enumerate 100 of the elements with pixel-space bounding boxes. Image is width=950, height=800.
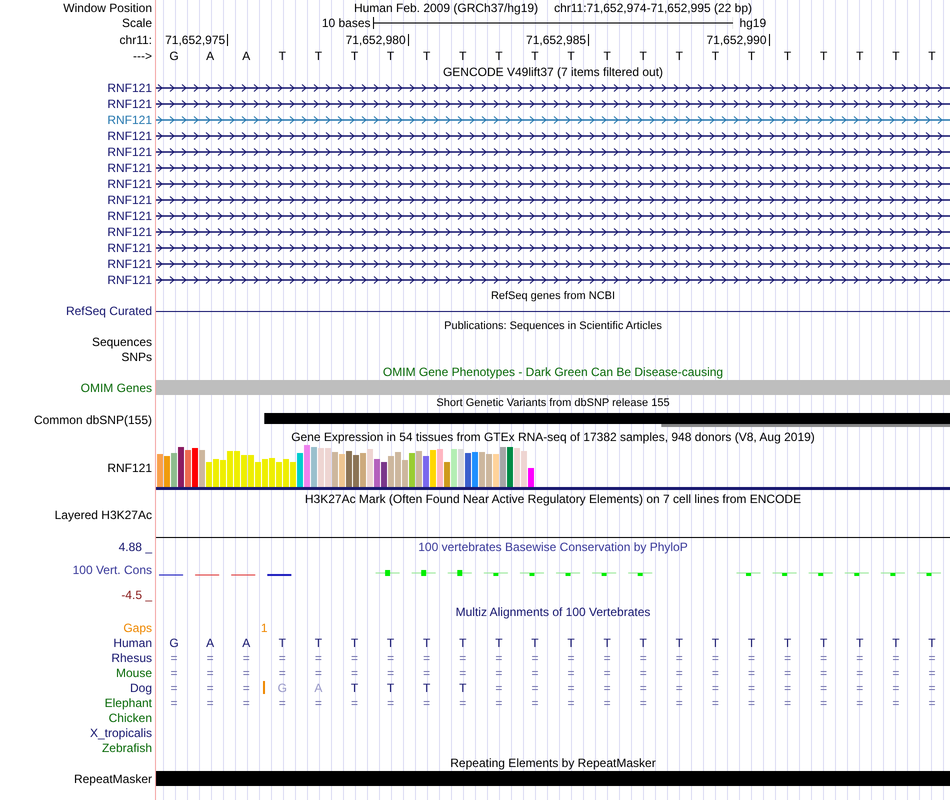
track-label: Sequences [92, 336, 152, 348]
row-label: Scale [122, 17, 152, 29]
alignment-base: = [386, 666, 396, 678]
gene-label[interactable]: RNF121 [107, 194, 152, 206]
alignment-base: = [927, 652, 936, 664]
track-label: RepeatMasker [74, 772, 152, 784]
gene-label[interactable]: RNF121 [107, 82, 152, 94]
alignment-base: = [314, 652, 323, 664]
base-letter: T [674, 50, 684, 62]
gene-strand-line[interactable] [156, 132, 950, 140]
alignment-base: T [638, 636, 648, 648]
base-letter: T [386, 50, 396, 62]
position-range: chr11:71,652,974-71,652,995 (22 bp) [554, 2, 752, 14]
gene-label[interactable]: RNF121 [107, 114, 152, 126]
gene-strand-line[interactable] [156, 180, 950, 188]
gene-strand-line[interactable] [156, 100, 950, 108]
alignment-base: = [855, 682, 864, 694]
alignment-base: = [530, 652, 540, 664]
gene-label[interactable]: RNF121 [107, 178, 152, 190]
base-letter: T [927, 50, 937, 62]
base-letter: T [602, 50, 612, 62]
base-letter: T [710, 50, 720, 62]
alignment-base: = [170, 666, 179, 678]
row-label: chr11: [120, 34, 152, 46]
alignment-base: = [350, 696, 359, 708]
base-letter: T [782, 50, 792, 62]
alignment-base: = [350, 666, 359, 678]
gene-label[interactable]: RNF121 [107, 210, 152, 222]
alignment-base: = [819, 652, 828, 664]
gene-strand-line[interactable] [156, 276, 950, 284]
alignment-base: = [855, 696, 864, 708]
track-label: 100 Vert. Cons [72, 564, 152, 576]
gene-label[interactable]: RNF121 [107, 242, 152, 254]
gene-strand-line[interactable] [156, 196, 950, 204]
gene-strand-line[interactable] [156, 228, 950, 236]
alignment-base: = [206, 696, 215, 708]
gene-strand-line[interactable] [156, 212, 950, 220]
alignment-base: = [602, 696, 612, 708]
base-letter: T [746, 50, 756, 62]
alignment-base: = [783, 652, 792, 664]
gene-strand-line[interactable] [156, 148, 950, 156]
alignment-base: T [710, 636, 720, 648]
species-label: Chicken [108, 712, 152, 724]
track-title: GENCODE V49lift37 (7 items filtered out) [442, 66, 664, 78]
base-letter: T [494, 50, 504, 62]
base-letter: T [638, 50, 648, 62]
track-title: Repeating Elements by RepeatMasker [450, 757, 656, 769]
track-label: OMIM Genes [80, 382, 152, 394]
gene-label[interactable]: RNF121 [107, 226, 152, 238]
alignment-base: = [170, 696, 179, 708]
track-title: Publications: Sequences in Scientific Articles [444, 320, 662, 332]
base-letter: G [168, 50, 180, 62]
base-letter: T [819, 50, 828, 62]
gene-strand-line[interactable] [156, 244, 950, 252]
alignment-base: = [566, 682, 576, 694]
track-title: 100 vertebrates Basewise Conservation by PhyloP [418, 540, 688, 552]
alignment-base: = [530, 666, 540, 678]
gene-strand-line[interactable] [156, 260, 950, 268]
gene-label[interactable]: RNF121 [107, 130, 152, 142]
alignment-base: = [530, 682, 540, 694]
alignment-base: = [746, 652, 756, 664]
alignment-base: T [278, 636, 287, 648]
gene-label[interactable]: RNF121 [107, 162, 152, 174]
gene-label[interactable]: RNF121 [107, 258, 152, 270]
species-label: Human [113, 636, 152, 648]
alignment-base: T [386, 636, 396, 648]
alignment-base: = [819, 682, 828, 694]
assembly-name: Human Feb. 2009 (GRCh37/hg19) [354, 2, 538, 14]
row-label: Window Position [63, 2, 152, 14]
alignment-base: = [891, 682, 900, 694]
base-letter: T [458, 50, 468, 62]
alignment-base: A [241, 636, 252, 648]
base-letter: T [891, 50, 901, 62]
alignment-base: T [674, 636, 684, 648]
alignment-base: = [783, 682, 792, 694]
alignment-base: = [783, 666, 792, 678]
gene-strand-line[interactable] [156, 84, 950, 92]
alignment-base: G [168, 636, 180, 648]
alignment-base: = [674, 682, 684, 694]
alignment-base: = [278, 666, 287, 678]
alignment-base: = [891, 652, 900, 664]
alignment-base: = [314, 666, 323, 678]
alignment-base: = [242, 682, 251, 694]
alignment-base: = [494, 682, 504, 694]
gene-label[interactable]: RNF121 [107, 98, 152, 110]
alignment-base: = [566, 666, 576, 678]
gene-label[interactable]: RNF121 [107, 274, 152, 286]
track-title: Short Genetic Variants from dbSNP release 155 [436, 398, 670, 409]
gene-label[interactable]: RNF121 [107, 146, 152, 158]
track-label: RNF121 [107, 462, 152, 474]
gap-count: 1 [260, 622, 269, 634]
track-label: SNPs [121, 350, 152, 362]
gene-strand-line[interactable] [156, 164, 950, 172]
alignment-base: = [783, 696, 792, 708]
alignment-base: T [350, 682, 360, 694]
alignment-base: A [313, 682, 324, 694]
axis-label: -4.5 _ [121, 588, 152, 600]
alignment-base: = [242, 666, 251, 678]
alignment-base: = [386, 696, 396, 708]
alignment-base: = [602, 652, 612, 664]
